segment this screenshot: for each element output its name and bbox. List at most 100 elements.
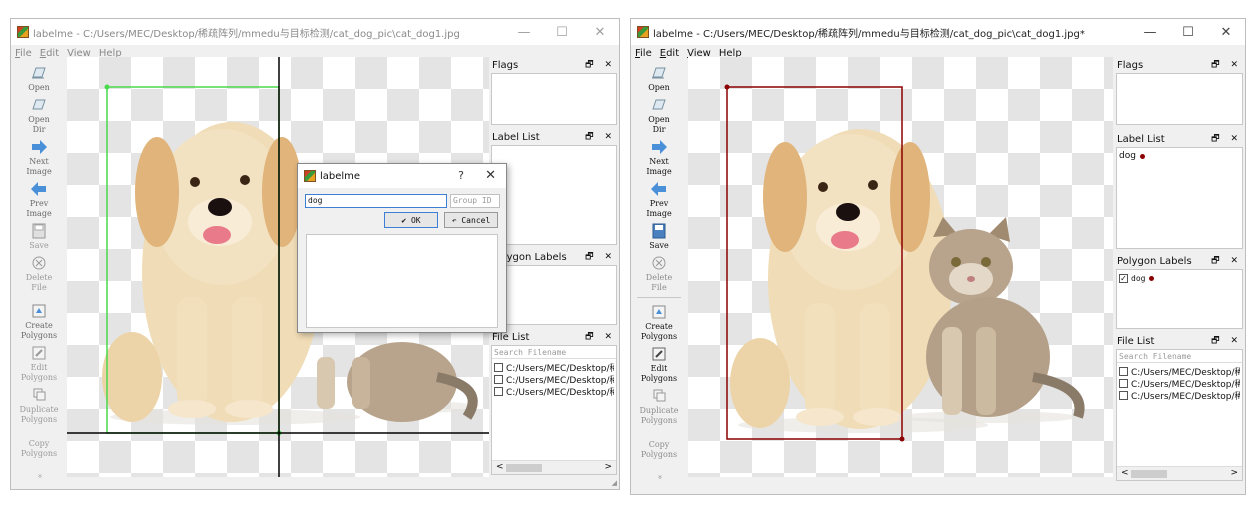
file-checkbox[interactable] — [1119, 390, 1128, 400]
label-list-panel[interactable]: dog — [1116, 147, 1243, 249]
polygon-labels-panel[interactable]: ✓ dog — [1116, 269, 1243, 329]
menu-edit[interactable]: Edit — [40, 48, 59, 59]
prev-image-button[interactable]: Prev Image — [26, 181, 52, 219]
scroll-left-icon[interactable]: < — [496, 462, 504, 472]
dialog-close-button[interactable]: ✕ — [485, 168, 496, 183]
file-checkbox[interactable] — [1119, 378, 1128, 388]
close-button[interactable]: ✕ — [1207, 25, 1245, 40]
dock-title: File List — [1117, 335, 1155, 347]
next-image-button[interactable]: Next Image — [26, 139, 52, 177]
flags-panel — [491, 73, 617, 125]
maximize-button[interactable]: ☐ — [543, 25, 581, 40]
horizontal-scrollbar[interactable]: < > — [492, 460, 616, 474]
arrow-right-icon — [652, 140, 667, 154]
open-button[interactable]: Open — [648, 65, 670, 93]
dock-float-close-icons[interactable]: 🗗 ✕ — [585, 249, 616, 265]
arrow-left-icon — [651, 182, 666, 196]
file-list-item[interactable]: C:/Users/MEC/Desktop/稀 — [494, 361, 614, 373]
search-filename-input[interactable]: Search Filename — [1117, 350, 1242, 363]
menu-file[interactable]: File — [635, 48, 652, 59]
save-icon — [32, 223, 46, 239]
menu-edit[interactable]: Edit — [660, 48, 679, 59]
save-button[interactable]: Save — [649, 223, 669, 251]
file-list-item[interactable]: C:/Users/MEC/Desktop/稀 — [494, 373, 614, 385]
delete-file-button[interactable]: Delete File — [646, 255, 672, 293]
file-list-item[interactable]: C:/Users/MEC/Desktop/稀 — [1119, 365, 1240, 377]
next-image-button[interactable]: Next Image — [646, 139, 672, 177]
chevron-down-icon: » — [35, 473, 44, 479]
save-button[interactable]: Save — [29, 223, 49, 251]
dock-float-close-icons[interactable]: 🗗 ✕ — [1211, 253, 1242, 269]
copy-polygons-button[interactable]: Copy Polygons — [641, 440, 677, 460]
create-polygon-icon — [652, 305, 666, 319]
scroll-left-icon[interactable]: < — [1121, 468, 1129, 478]
duplicate-icon — [33, 388, 46, 401]
file-list-panel: Search Filename C:/Users/MEC/Desktop/稀 C… — [1116, 349, 1243, 481]
file-checkbox[interactable] — [494, 386, 503, 396]
duplicate-polygons-button[interactable]: Duplicate Polygons — [639, 388, 679, 426]
folder-open-icon — [31, 67, 46, 79]
label-suggestion-list[interactable] — [306, 234, 498, 328]
open-dir-button[interactable]: Open Dir — [648, 97, 670, 135]
create-polygons-button[interactable]: Create Polygons — [641, 304, 677, 342]
copy-polygons-button[interactable]: Copy Polygons — [21, 439, 57, 459]
check-icon[interactable]: ✓ — [1119, 273, 1128, 283]
help-button[interactable]: ? — [458, 169, 464, 182]
dock-title: File List — [492, 331, 530, 343]
file-checkbox[interactable] — [494, 374, 503, 384]
folder-open-icon — [32, 99, 46, 110]
duplicate-polygons-button[interactable]: Duplicate Polygons — [19, 387, 59, 425]
minimize-button[interactable]: — — [1131, 25, 1169, 40]
polygon-label-item[interactable]: ✓ dog — [1119, 272, 1240, 284]
dock-float-close-icons[interactable]: 🗗 ✕ — [1211, 57, 1242, 73]
scroll-right-icon[interactable]: > — [604, 462, 612, 472]
edit-polygons-button[interactable]: Edit Polygons — [21, 345, 57, 383]
tools-toolbar: Open Open Dir Next Image Prev Image Save… — [631, 61, 687, 486]
open-button[interactable]: Open — [28, 65, 50, 93]
bbox-vertex-handle[interactable] — [899, 436, 905, 442]
prev-image-button[interactable]: Prev Image — [646, 181, 672, 219]
dock-title: Flags — [1117, 59, 1144, 71]
group-id-input[interactable]: Group ID — [450, 194, 500, 208]
dock-float-close-icons[interactable]: 🗗 ✕ — [585, 129, 616, 145]
file-list-item[interactable]: C:/Users/MEC/Desktop/稀 — [494, 385, 614, 397]
file-list-dock: File List 🗗 ✕ Search Filename C:/Users/ME… — [1114, 333, 1245, 485]
maximize-button[interactable]: ☐ — [1169, 25, 1207, 40]
create-polygons-button[interactable]: Create Polygons — [21, 303, 57, 341]
bbox-vertex-handle[interactable] — [724, 84, 730, 90]
bbox-vertex-handle[interactable] — [104, 84, 110, 90]
resize-grip-icon[interactable]: ◢ — [612, 479, 617, 487]
image-canvas[interactable] — [688, 57, 1113, 477]
menu-file[interactable]: File — [15, 48, 32, 59]
open-dir-button[interactable]: Open Dir — [28, 97, 50, 135]
scrollbar-thumb[interactable] — [1131, 470, 1167, 478]
file-list-item[interactable]: C:/Users/MEC/Desktop/稀 — [1119, 389, 1240, 401]
polygon-labels-panel[interactable] — [491, 265, 617, 325]
scrollbar-thumb[interactable] — [506, 464, 542, 472]
delete-file-button[interactable]: Delete File — [26, 255, 52, 293]
file-checkbox[interactable] — [1119, 366, 1128, 376]
dock-float-close-icons[interactable]: 🗗 ✕ — [1211, 333, 1242, 349]
scroll-right-icon[interactable]: > — [1230, 468, 1238, 478]
ok-button[interactable]: ✔ OK — [384, 212, 438, 228]
arrow-right-icon — [32, 140, 47, 154]
more-tools-button[interactable]: » — [655, 472, 664, 482]
edit-polygons-button[interactable]: Edit Polygons — [641, 346, 677, 384]
chevron-down-icon: » — [655, 474, 664, 480]
dock-float-close-icons[interactable]: 🗗 ✕ — [585, 57, 616, 73]
dock-float-close-icons[interactable]: 🗗 ✕ — [585, 329, 616, 345]
search-filename-input[interactable]: Search Filename — [492, 346, 616, 359]
dock-float-close-icons[interactable]: 🗗 ✕ — [1211, 131, 1242, 147]
file-list-item[interactable]: C:/Users/MEC/Desktop/稀 — [1119, 377, 1240, 389]
label-list-item[interactable]: dog — [1119, 150, 1240, 162]
toolbar-separator — [637, 297, 681, 298]
folder-open-icon — [651, 67, 666, 79]
label-input[interactable]: dog — [305, 194, 447, 208]
more-tools-button[interactable]: » — [35, 471, 44, 481]
close-button[interactable]: ✕ — [581, 25, 619, 40]
file-checkbox[interactable] — [494, 362, 503, 372]
cancel-button[interactable]: ↶ Cancel — [444, 212, 498, 228]
horizontal-scrollbar[interactable]: < > — [1117, 466, 1242, 480]
minimize-button[interactable]: — — [505, 25, 543, 40]
label-list-panel[interactable] — [491, 145, 617, 245]
